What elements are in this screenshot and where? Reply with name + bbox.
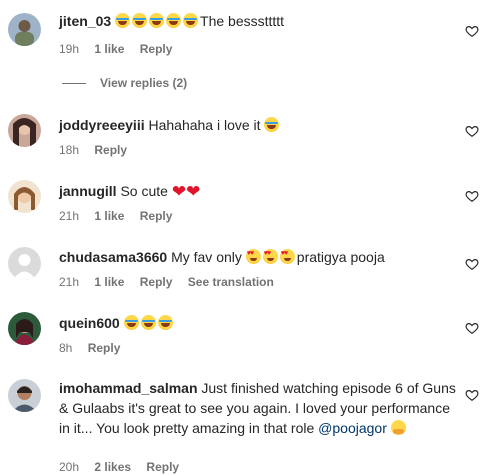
avatar[interactable] xyxy=(8,379,41,412)
comment-text-after: pratigya pooja xyxy=(296,249,385,265)
laughing-emoji xyxy=(157,315,173,330)
comment-item: jannugill So cute ❤❤ 21h 1 like Reply xyxy=(0,168,487,228)
username[interactable]: jiten_03 xyxy=(59,13,111,29)
red-heart-emoji: ❤ xyxy=(171,182,187,201)
laughing-emoji xyxy=(166,13,182,28)
timestamp[interactable]: 8h xyxy=(59,341,72,355)
laughing-emoji xyxy=(132,13,148,28)
heart-eyes-emoji xyxy=(262,249,278,264)
comment-item: chudasama3660 My fav only pratigya pooja… xyxy=(0,236,487,296)
heart-outline-icon[interactable] xyxy=(465,388,479,402)
timestamp[interactable]: 21h xyxy=(59,275,79,289)
comment-body: joddyreeeyiii Hahahaha i love it xyxy=(59,115,447,135)
like-count[interactable]: 1 like xyxy=(94,209,124,223)
timestamp[interactable]: 20h xyxy=(59,460,79,474)
timestamp[interactable]: 18h xyxy=(59,143,79,157)
reply-button[interactable]: Reply xyxy=(140,209,173,223)
heart-outline-icon[interactable] xyxy=(465,321,479,335)
username[interactable]: imohammad_salman xyxy=(59,380,198,396)
reply-button[interactable]: Reply xyxy=(140,275,173,289)
divider xyxy=(62,83,86,85)
avatar[interactable] xyxy=(8,114,41,147)
laughing-emoji xyxy=(183,13,199,28)
red-heart-emoji: ❤ xyxy=(186,182,201,201)
timestamp[interactable]: 19h xyxy=(59,42,79,56)
username[interactable]: joddyreeeyiii xyxy=(59,117,145,133)
timestamp[interactable]: 21h xyxy=(59,209,79,223)
avatar[interactable] xyxy=(8,180,41,213)
comment-body: chudasama3660 My fav only pratigya pooja xyxy=(59,247,447,267)
comment-text: The besssttttt xyxy=(200,13,285,29)
comment-meta: 20h 2 likes Reply xyxy=(59,459,191,475)
comment-meta: 21h 1 like Reply xyxy=(59,208,184,224)
comment-body: imohammad_salman Just finished watching … xyxy=(59,378,457,438)
mention-link[interactable]: @poojagor xyxy=(318,420,387,436)
heart-eyes-emoji xyxy=(279,249,295,264)
avatar[interactable] xyxy=(8,312,41,345)
avatar[interactable] xyxy=(8,13,41,46)
comment-meta: 21h 1 like Reply See translation xyxy=(59,274,286,290)
comment-item: jiten_03 The besssttttt 19h 1 like Reply xyxy=(0,0,487,70)
comment-item: quein600 8h Reply xyxy=(0,302,487,362)
laughing-emoji xyxy=(115,13,131,28)
heart-outline-icon[interactable] xyxy=(465,189,479,203)
see-translation-button[interactable]: See translation xyxy=(188,275,274,289)
laughing-emoji xyxy=(123,315,139,330)
comment-item: joddyreeeyiii Hahahaha i love it 18h Rep… xyxy=(0,100,487,160)
comment-body: jiten_03 The besssttttt xyxy=(59,11,447,31)
comment-meta: 8h Reply xyxy=(59,340,132,356)
laughing-emoji xyxy=(140,315,156,330)
like-count[interactable]: 2 likes xyxy=(94,460,131,474)
comment-meta: 18h Reply xyxy=(59,142,139,158)
reply-button[interactable]: Reply xyxy=(140,42,173,56)
hugging-emoji xyxy=(390,420,406,435)
comment-text: Hahahaha i love it xyxy=(148,117,261,133)
username[interactable]: quein600 xyxy=(59,315,120,331)
comment-body: jannugill So cute ❤❤ xyxy=(59,181,447,201)
like-count[interactable]: 1 like xyxy=(94,42,124,56)
reply-button[interactable]: Reply xyxy=(94,143,127,157)
view-replies-button[interactable]: View replies (2) xyxy=(62,76,187,90)
laughing-emoji xyxy=(149,13,165,28)
laughing-emoji xyxy=(264,117,280,132)
username[interactable]: jannugill xyxy=(59,183,117,199)
comment-body: quein600 xyxy=(59,313,447,333)
heart-eyes-emoji xyxy=(245,249,261,264)
heart-outline-icon[interactable] xyxy=(465,24,479,38)
comment-item: imohammad_salman Just finished watching … xyxy=(0,370,487,475)
username[interactable]: chudasama3660 xyxy=(59,249,167,265)
reply-button[interactable]: Reply xyxy=(88,341,121,355)
heart-outline-icon[interactable] xyxy=(465,257,479,271)
like-count[interactable]: 1 like xyxy=(94,275,124,289)
heart-outline-icon[interactable] xyxy=(465,124,479,138)
comment-meta: 19h 1 like Reply xyxy=(59,41,184,57)
reply-button[interactable]: Reply xyxy=(146,460,179,474)
comment-text: So cute xyxy=(120,183,168,199)
avatar[interactable] xyxy=(8,247,41,280)
comment-text: My fav only xyxy=(171,249,242,265)
